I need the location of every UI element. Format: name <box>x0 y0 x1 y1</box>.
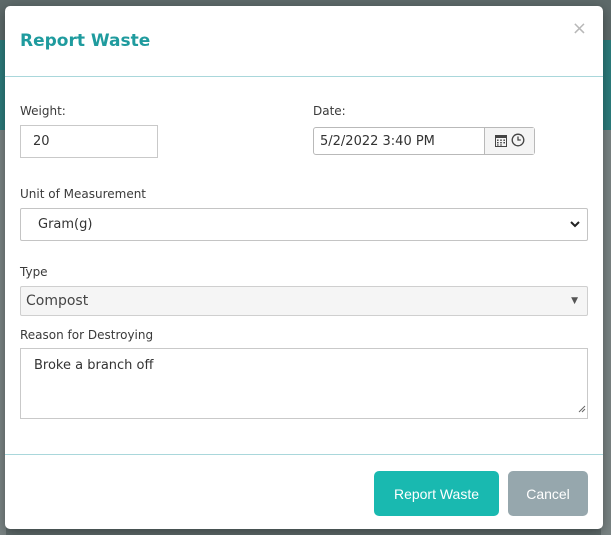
chevron-down-icon <box>569 218 581 234</box>
report-waste-modal: Report Waste × Weight: 20 Date: 5/2/2022… <box>5 6 603 529</box>
unit-select[interactable]: Gram(g) <box>20 208 588 241</box>
cancel-button[interactable]: Cancel <box>508 471 588 516</box>
close-icon[interactable]: × <box>572 20 587 38</box>
calendar-icon[interactable] <box>494 132 507 151</box>
modal-title: Report Waste <box>20 31 151 51</box>
weight-label: Weight: <box>20 104 66 118</box>
weight-input[interactable]: 20 <box>20 125 158 158</box>
clock-icon[interactable] <box>511 132 525 151</box>
modal-header: Report Waste × <box>5 6 603 77</box>
date-picker: 5/2/2022 3:40 PM <box>313 127 535 155</box>
footer-divider <box>5 454 603 455</box>
caret-down-icon: ▼ <box>571 296 578 306</box>
unit-label: Unit of Measurement <box>20 187 147 201</box>
unit-selected-value: Gram(g) <box>38 217 93 232</box>
date-label: Date: <box>313 104 346 118</box>
type-selected-value: Compost <box>26 293 89 309</box>
type-select[interactable]: Compost ▼ <box>20 286 588 316</box>
date-picker-buttons <box>485 128 534 154</box>
reason-textarea[interactable]: Broke a branch off <box>20 348 588 419</box>
type-label: Type <box>20 265 48 279</box>
report-waste-button[interactable]: Report Waste <box>374 471 499 516</box>
reason-label: Reason for Destroying <box>20 328 154 342</box>
date-input[interactable]: 5/2/2022 3:40 PM <box>314 128 485 154</box>
reason-text: Broke a branch off <box>34 358 154 373</box>
resize-handle-icon[interactable] <box>577 402 586 417</box>
